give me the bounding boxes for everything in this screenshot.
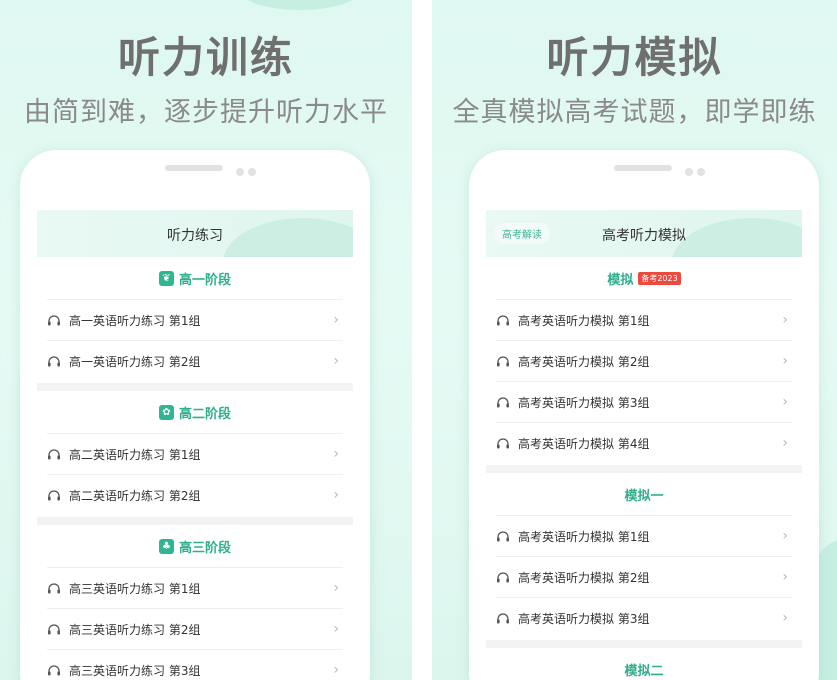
tree-icon: ♣ (158, 538, 174, 554)
list-item[interactable]: 高一英语听力练习 第2组 › (47, 340, 343, 381)
chevron-right-icon: › (333, 487, 339, 503)
section-header: 模拟 备考2023 (486, 257, 802, 299)
chevron-right-icon: › (782, 394, 788, 410)
headphones-icon (496, 530, 510, 542)
screen-header: 高考解读 高考听力模拟 (486, 210, 802, 257)
app-screen: 高考解读 高考听力模拟 模拟 备考2023 高考英语听力模拟 第1组 › 高考英语听力模… (486, 210, 802, 680)
headphones-icon (496, 396, 510, 408)
headphones-icon (47, 489, 61, 501)
headphones-icon (496, 571, 510, 583)
section-list: ❦ 高一阶段 高一英语听力练习 第1组 › 高一英语听力练习 第2组 › ✿ 高二阶段 高二英语… (37, 257, 353, 680)
section-header: 模拟二 (486, 648, 802, 680)
chevron-right-icon: › (333, 580, 339, 596)
phone-mockup: 听力练习 ❦ 高一阶段高一英语听力练习 第1组 › 高一英语听力练习 第2组 › ✿ 高二阶… (20, 150, 370, 680)
list-item[interactable]: 高一英语听力练习 第1组 › (47, 299, 343, 340)
list-item[interactable]: 高考英语听力模拟 第2组 › (496, 340, 792, 381)
section-list: 模拟 备考2023 高考英语听力模拟 第1组 › 高考英语听力模拟 第2组 › 高考英语听力… (486, 257, 802, 680)
section-header: ♣ 高三阶段 (37, 525, 353, 567)
subline: 全真模拟高考试题，即学即练 (452, 97, 817, 128)
list-item-label: 高考英语听力模拟 第1组 (518, 313, 650, 328)
section-title: 高一阶段 (178, 272, 231, 288)
headphones-icon (496, 612, 510, 624)
list-item[interactable]: 高二英语听力练习 第2组 › (47, 474, 343, 515)
chevron-right-icon: › (782, 528, 788, 544)
section-header: 模拟一 (486, 473, 802, 515)
screen-title: 高考听力模拟 (602, 228, 686, 244)
panel-listening-simulation: 听力模拟 全真模拟高考试题，即学即练 高考解读 高考听力模拟 模拟 备考2023 高… (432, 0, 837, 680)
list-item[interactable]: 高考英语听力模拟 第1组 › (496, 515, 792, 556)
sprout-icon: ❦ (158, 270, 174, 286)
list-item[interactable]: 高考英语听力模拟 第2组 › (496, 556, 792, 597)
chevron-right-icon: › (333, 312, 339, 328)
chevron-right-icon: › (782, 610, 788, 626)
list-item-label: 高考英语听力模拟 第2组 (518, 570, 650, 585)
camera-dot (697, 168, 705, 176)
section-title: 高三阶段 (178, 540, 231, 556)
screen-header: 听力练习 (37, 210, 353, 257)
speaker (165, 165, 223, 171)
camera-dot (685, 168, 693, 176)
list-item[interactable]: 高考英语听力模拟 第4组 › (496, 422, 792, 463)
chevron-right-icon: › (333, 662, 339, 678)
phone-mockup: 高考解读 高考听力模拟 模拟 备考2023 高考英语听力模拟 第1组 › 高考英语听力模… (469, 150, 819, 680)
year-badge: 备考2023 (638, 271, 681, 285)
list-item-label: 高考英语听力模拟 第1组 (518, 529, 650, 544)
chevron-right-icon: › (333, 353, 339, 369)
headline: 听力训练 (117, 33, 294, 82)
screen-title: 听力练习 (167, 228, 223, 244)
section-title: 模拟二 (624, 663, 664, 679)
section-title: 高二阶段 (178, 406, 231, 422)
section-title: 模拟 (607, 272, 634, 288)
list-item[interactable]: 高二英语听力练习 第1组 › (47, 433, 343, 474)
panel-listening-training: 听力训练 由简到难，逐步提升听力水平 听力练习 ❦ 高一阶段 高一英语听力练习 第1… (0, 0, 412, 680)
plant-icon: ✿ (158, 404, 174, 420)
section-divider (486, 465, 802, 473)
headline: 听力模拟 (546, 33, 723, 82)
list-item-label: 高二英语听力练习 第2组 (69, 488, 201, 503)
section-header: ✿ 高二阶段 (37, 391, 353, 433)
list-item[interactable]: 高三英语听力练习 第3组 › (47, 649, 343, 680)
section-divider (486, 640, 802, 648)
camera-dot (236, 168, 244, 176)
list-item[interactable]: 高考英语听力模拟 第1组 › (496, 299, 792, 340)
list-item-label: 高三英语听力练习 第2组 (69, 622, 201, 637)
list-item[interactable]: 高三英语听力练习 第1组 › (47, 567, 343, 608)
section-header: ❦ 高一阶段 (37, 257, 353, 299)
chevron-right-icon: › (782, 569, 788, 585)
headphones-icon (496, 314, 510, 326)
list-item-label: 高一英语听力练习 第1组 (69, 313, 201, 328)
chevron-right-icon: › (782, 312, 788, 328)
list-item-label: 高考英语听力模拟 第4组 (518, 436, 650, 451)
list-item-label: 高三英语听力练习 第3组 (69, 663, 201, 678)
speaker (614, 165, 672, 171)
section-divider (37, 517, 353, 525)
headphones-icon (47, 314, 61, 326)
list-item-label: 高二英语听力练习 第1组 (69, 447, 201, 462)
list-item-label: 高考英语听力模拟 第3组 (518, 611, 650, 626)
chevron-right-icon: › (333, 446, 339, 462)
decorative-blob (240, 0, 360, 10)
list-item-label: 高考英语听力模拟 第2组 (518, 354, 650, 369)
headphones-icon (47, 448, 61, 460)
section-title: 模拟一 (624, 488, 664, 504)
chevron-right-icon: › (782, 353, 788, 369)
list-item[interactable]: 高考英语听力模拟 第3组 › (496, 381, 792, 422)
list-item-label: 高一英语听力练习 第2组 (69, 354, 201, 369)
headphones-icon (47, 623, 61, 635)
camera-dot (248, 168, 256, 176)
list-item[interactable]: 高三英语听力练习 第2组 › (47, 608, 343, 649)
headphones-icon (496, 437, 510, 449)
chevron-right-icon: › (333, 621, 339, 637)
chevron-right-icon: › (782, 435, 788, 451)
headphones-icon (47, 664, 61, 676)
headphones-icon (496, 355, 510, 367)
section-divider (37, 383, 353, 391)
list-item-label: 高三英语听力练习 第1组 (69, 581, 201, 596)
list-item-label: 高考英语听力模拟 第3组 (518, 395, 650, 410)
list-item[interactable]: 高考英语听力模拟 第3组 › (496, 597, 792, 638)
subline: 由简到难，逐步提升听力水平 (24, 97, 388, 128)
headphones-icon (47, 582, 61, 594)
headphones-icon (47, 355, 61, 367)
app-screen: 听力练习 ❦ 高一阶段高一英语听力练习 第1组 › 高一英语听力练习 第2组 › ✿ 高二阶… (37, 210, 353, 680)
